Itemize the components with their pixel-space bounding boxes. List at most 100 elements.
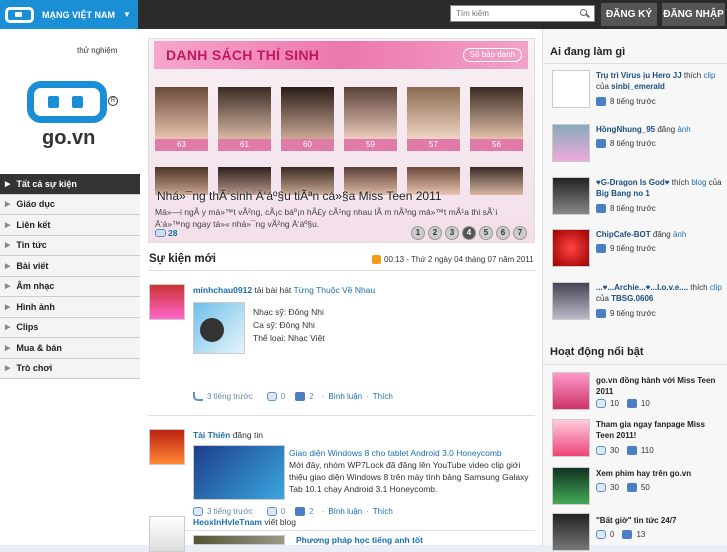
highlight-title-link[interactable]: "Bất giờ" tin tức 24/7 <box>596 515 721 526</box>
like-icon <box>295 392 306 401</box>
highlight-title-link[interactable]: Tham gia ngay fanpage Miss Teen 2011! <box>596 419 721 441</box>
avatar[interactable] <box>552 124 590 162</box>
comment-link[interactable]: Bình luận <box>328 392 362 401</box>
activity-user-link[interactable]: ♥G-Dragon Is God♥ <box>596 178 670 187</box>
separator: · <box>366 507 369 516</box>
blog-title-link[interactable]: Phương pháp học tiếng anh tốt <box>296 535 423 545</box>
activity-of: của <box>596 294 609 303</box>
avatar[interactable] <box>552 70 590 108</box>
activity-object-link[interactable]: blog <box>691 178 706 187</box>
like-link[interactable]: Thích <box>373 507 393 516</box>
highlight-thumbnail[interactable] <box>552 419 590 457</box>
activity-user-link[interactable]: ChipCafe-BOT <box>596 230 651 239</box>
contestant-thumb[interactable]: 59 <box>344 87 397 151</box>
activity-verb: đăng <box>657 125 676 134</box>
activity-user-link[interactable]: Trụ trì Virus ịu Hero JJ <box>596 71 682 80</box>
site-logo[interactable]: thử nghiệm R go.vn <box>0 29 140 148</box>
post-user-link[interactable]: Tài Thiên <box>193 430 230 440</box>
search-input[interactable] <box>456 9 580 18</box>
avatar[interactable] <box>149 429 185 465</box>
banner-comment-count[interactable]: 28 <box>155 228 177 238</box>
search-icon[interactable] <box>580 9 589 18</box>
post-header: Tài Thiên đăng tin <box>193 430 263 440</box>
post-time: 3 tiếng trước <box>207 507 253 516</box>
highlight-thumbnail[interactable] <box>552 513 590 551</box>
highlight-title-link[interactable]: Xem phim hay trên go.vn <box>596 468 721 479</box>
avatar[interactable] <box>149 284 185 320</box>
page-button[interactable]: 3 <box>445 226 459 240</box>
page-button[interactable]: 2 <box>428 226 442 240</box>
activity-user-link[interactable]: ...♥...Archie...♥...l.o.v.e.... <box>596 283 688 292</box>
contestant-number-button[interactable]: Số báo danh <box>462 48 522 62</box>
avatar[interactable] <box>552 282 590 320</box>
post-user-link[interactable]: minhchau0912 <box>193 285 252 295</box>
activity-object-link[interactable]: ảnh <box>673 230 686 239</box>
sidebar-item-clips[interactable]: ▶ Clips <box>0 317 140 338</box>
sidebar-item-label: Giáo dục <box>16 199 55 210</box>
sidebar-item-education[interactable]: ▶ Giáo dục <box>0 194 140 215</box>
sidebar-item-articles[interactable]: ▶ Bài viết <box>0 256 140 277</box>
blog-thumbnail[interactable] <box>193 535 285 545</box>
activity-user-link[interactable]: HồngNhung_95 <box>596 125 655 134</box>
article-thumbnail[interactable] <box>193 445 285 500</box>
avatar[interactable] <box>552 177 590 215</box>
sidebar-item-marketplace[interactable]: ▶ Mua & bán <box>0 338 140 359</box>
contestant-photo[interactable] <box>470 167 523 195</box>
activity-owner-link[interactable]: Big Bang no 1 <box>596 189 650 198</box>
activity-object-link[interactable]: clip <box>710 283 722 292</box>
divider <box>543 63 727 64</box>
comment-link[interactable]: Bình luận <box>328 507 362 516</box>
divider <box>543 364 727 365</box>
brand-menu[interactable]: MẠNG VIỆT NAM ▼ <box>0 0 138 29</box>
article-title-link[interactable]: Giao diện Windows 8 cho tablet Android 3… <box>289 447 534 459</box>
comment-count-value: 28 <box>168 228 178 238</box>
page-button[interactable]: 6 <box>496 226 510 240</box>
like-icon <box>596 309 606 318</box>
page-button[interactable]: 1 <box>411 226 425 240</box>
contestant-photo <box>155 87 208 139</box>
sidebar-item-music[interactable]: ▶ Âm nhạc <box>0 276 140 297</box>
music-thumbnail[interactable] <box>193 302 245 354</box>
post-user-link[interactable]: HeoxInHvleTnam <box>193 517 262 527</box>
contestant-thumb[interactable]: 63 <box>155 87 208 151</box>
contestant-number: 57 <box>407 139 460 151</box>
activity-meta: 9 tiếng trước <box>596 309 656 318</box>
register-button[interactable]: ĐĂNG KÝ <box>601 3 657 26</box>
sidebar-item-news[interactable]: ▶ Tin tức <box>0 235 140 256</box>
activity-object-link[interactable]: ảnh <box>677 125 690 134</box>
page-button[interactable]: 7 <box>513 226 527 240</box>
activity-owner-link[interactable]: TBSG.0606 <box>611 294 653 303</box>
comment-icon <box>266 392 277 401</box>
contestant-number: 63 <box>155 139 208 151</box>
comment-count: 0 <box>280 507 286 516</box>
avatar[interactable] <box>149 516 185 552</box>
contestant-thumb[interactable]: 57 <box>407 87 460 151</box>
login-button[interactable]: ĐĂNG NHẬP <box>662 3 725 26</box>
contestant-thumb[interactable]: 56 <box>470 87 523 151</box>
sidebar-item-images[interactable]: ▶ Hình ảnh <box>0 297 140 318</box>
rss-icon[interactable] <box>372 255 381 264</box>
post-target-link[interactable]: Từng Thuộc Về Nhau <box>294 285 376 295</box>
events-heading: Sự kiện mới <box>149 253 216 265</box>
contestant-thumb[interactable]: 61 <box>218 87 271 151</box>
activity-owner-link[interactable]: sinbi_emerald <box>611 82 665 91</box>
activity-object-link[interactable]: clip <box>703 71 715 80</box>
beta-label: thử nghiệm <box>77 46 118 55</box>
avatar[interactable] <box>552 229 590 267</box>
banner-caption[interactable]: Nhá»¯ng thÃ­ sinh Ä‘áº§u tiÃªn cá»§a Mis… <box>157 189 442 203</box>
sidebar-item-links[interactable]: ▶ Liên kết <box>0 215 140 236</box>
highlight-thumbnail[interactable] <box>552 372 590 410</box>
brand-logo-icon <box>5 6 34 23</box>
like-link[interactable]: Thích <box>373 392 393 401</box>
highlight-thumbnail[interactable] <box>552 467 590 505</box>
activity-item: ...♥...Archie...♥...l.o.v.e.... thích cl… <box>596 282 724 304</box>
page-button-current[interactable]: 4 <box>462 226 476 240</box>
contestant-thumb[interactable]: 60 <box>281 87 334 151</box>
sidebar-item-all-events[interactable]: ▶ Tất cả sự kiện <box>0 174 140 195</box>
highlight-title-link[interactable]: go.vn đồng hành với Miss Teen 2011 <box>596 375 721 397</box>
separator: · <box>366 392 369 401</box>
sidebar-item-label: Liên kết <box>16 219 51 230</box>
page-button[interactable]: 5 <box>479 226 493 240</box>
sidebar-item-games[interactable]: ▶ Trò chơi <box>0 358 140 379</box>
divider <box>148 270 535 271</box>
